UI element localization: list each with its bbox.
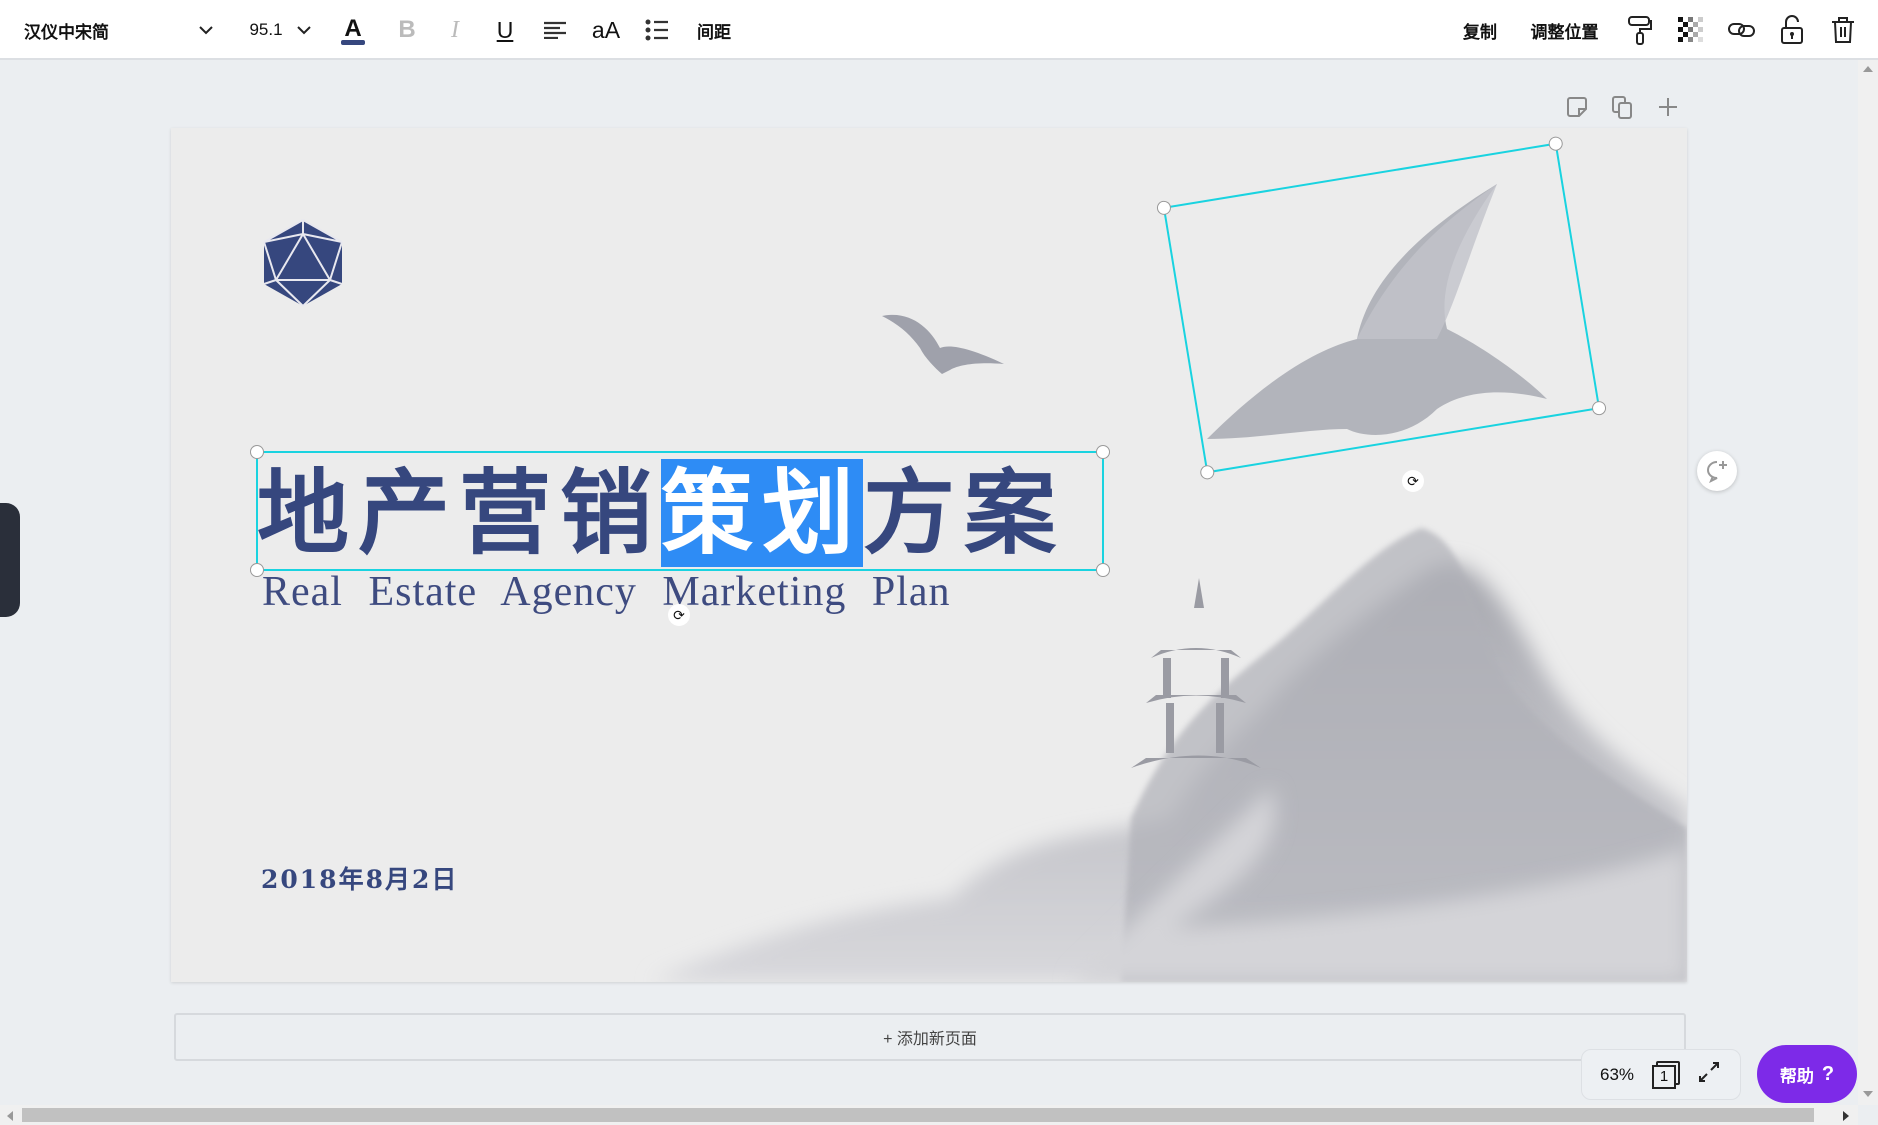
chevron-down-icon — [296, 25, 311, 34]
sidebar-collapse-tab[interactable] — [0, 503, 20, 617]
trash-icon[interactable] — [1830, 0, 1856, 60]
question-icon: ? — [1821, 1062, 1835, 1085]
rotate-handle-icon[interactable]: ⟳ — [1402, 470, 1424, 492]
paint-roller-icon[interactable] — [1626, 0, 1654, 60]
horizontal-scrollbar[interactable] — [0, 1105, 1858, 1125]
transparency-icon[interactable] — [1677, 0, 1705, 60]
page-notes-icon[interactable] — [1566, 96, 1588, 123]
vertical-scrollbar[interactable] — [1858, 60, 1878, 1105]
help-button[interactable]: 帮助? — [1757, 1045, 1857, 1103]
list-icon[interactable] — [643, 0, 671, 60]
font-family-select[interactable]: 汉仪中宋简 — [24, 0, 194, 60]
add-new-page-button[interactable]: + 添加新页面 — [174, 1013, 1686, 1061]
page-number: 1 — [1652, 1064, 1677, 1089]
comment-icon — [1707, 461, 1727, 483]
chevron-down-icon[interactable] — [195, 0, 217, 60]
zoom-level[interactable]: 63% — [1600, 1065, 1634, 1085]
add-comment-button[interactable] — [1697, 451, 1737, 491]
page-count-button[interactable]: 1 — [1652, 1060, 1681, 1089]
align-left-icon[interactable] — [541, 0, 569, 60]
unlock-icon[interactable] — [1779, 0, 1805, 60]
font-family-value: 汉仪中宋简 — [24, 22, 109, 42]
small-bird-image[interactable] — [880, 308, 1006, 376]
slide-subtitle[interactable]: Real Estate Agency Marketing Plan — [262, 568, 951, 616]
spacing-button[interactable]: 间距 — [694, 0, 734, 60]
scrollbar-thumb[interactable] — [22, 1108, 1814, 1122]
slide-canvas[interactable]: ⟳ 地产营销策划方案 Real Estate Agency Marketing … — [171, 128, 1687, 982]
zoom-panel: 63% 1 — [1581, 1049, 1741, 1100]
fullscreen-icon[interactable] — [1698, 1061, 1720, 1088]
text-color-icon: A — [341, 15, 365, 45]
duplicate-page-icon[interactable] — [1612, 96, 1634, 125]
italic-icon[interactable]: I — [441, 0, 469, 60]
link-icon[interactable] — [1727, 0, 1757, 60]
rotate-handle-icon[interactable]: ⟳ — [668, 604, 690, 626]
toolbar: 汉仪中宋简 95.1 A B I U aA 间距 复制 调整位置 — [0, 0, 1878, 60]
underline-icon[interactable]: U — [491, 0, 519, 60]
copy-button[interactable]: 复制 — [1460, 0, 1500, 60]
icosahedron-logo — [263, 218, 343, 307]
font-size-select[interactable]: 95.1 — [245, 0, 315, 60]
text-color-button[interactable]: A — [337, 0, 369, 60]
help-label: 帮助 — [1779, 1066, 1814, 1086]
bold-icon[interactable]: B — [393, 0, 421, 60]
title-selection-box[interactable] — [250, 445, 1110, 577]
svg-text:A: A — [344, 15, 361, 42]
case-icon[interactable]: aA — [590, 0, 622, 60]
add-page-icon[interactable] — [1657, 96, 1679, 123]
position-button[interactable]: 调整位置 — [1527, 0, 1602, 60]
font-size-value: 95.1 — [249, 20, 283, 39]
slide-date[interactable]: 2018年8月2日 — [261, 860, 458, 896]
